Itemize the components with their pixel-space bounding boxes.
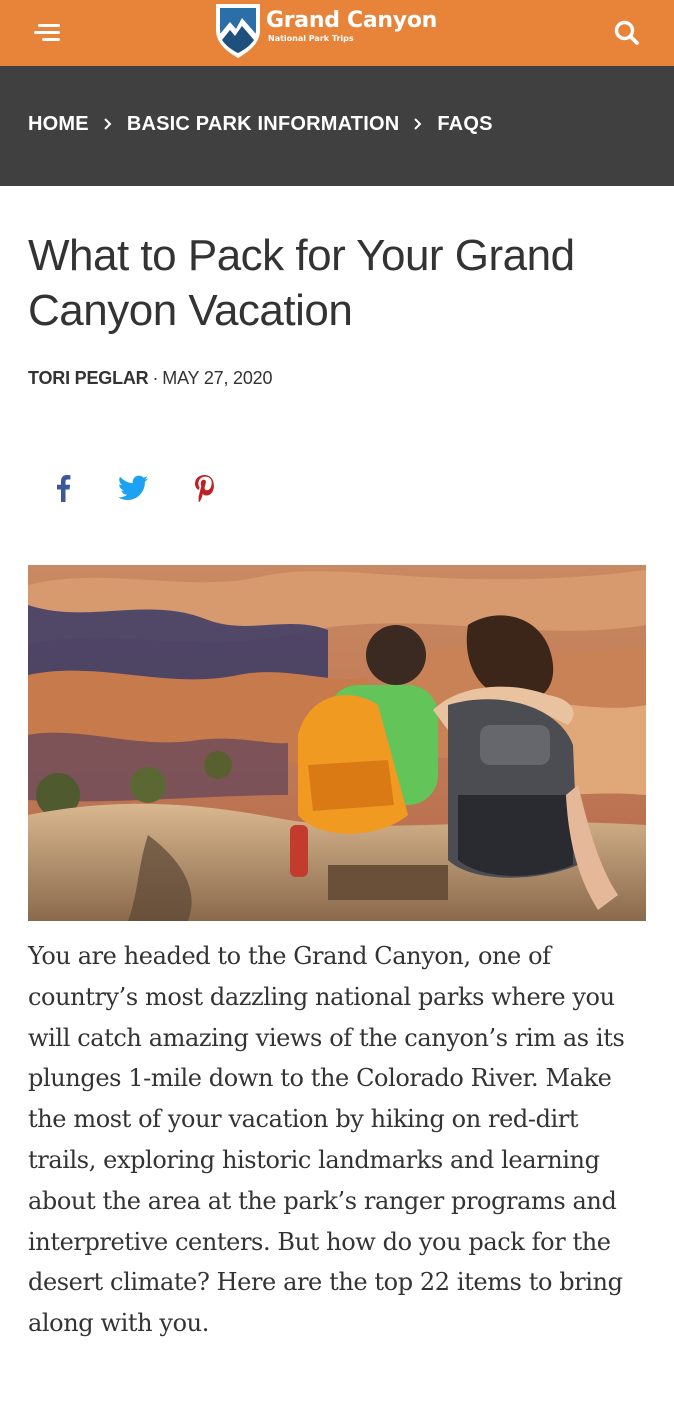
mountain-shield-icon	[216, 4, 260, 58]
breadcrumb-faqs[interactable]: FAQS	[437, 113, 492, 136]
search-icon[interactable]	[612, 18, 642, 48]
top-navigation-bar: Grand Canyon National Park Trips	[0, 0, 674, 66]
article-title: What to Pack for Your Grand Canyon Vacat…	[28, 231, 575, 335]
site-logo[interactable]: Grand Canyon National Park Trips	[212, 0, 452, 60]
chevron-right-icon	[399, 112, 437, 136]
chevron-right-icon	[89, 112, 127, 136]
breadcrumb: HOME BASIC PARK INFORMATION FAQS	[28, 112, 493, 136]
brand-title: Grand Canyon	[266, 8, 437, 33]
article-body: You are headed to the Grand Canyon, one …	[28, 942, 625, 1338]
breadcrumb-home[interactable]: HOME	[28, 113, 89, 136]
article-byline: TORI PEGLAR · MAY 27, 2020	[28, 368, 272, 389]
pinterest-icon[interactable]	[186, 470, 222, 506]
hero-image	[28, 565, 646, 921]
breadcrumb-bar: HOME BASIC PARK INFORMATION FAQS	[0, 66, 674, 186]
twitter-icon[interactable]	[115, 470, 151, 506]
author-name[interactable]: TORI PEGLAR	[28, 368, 149, 388]
breadcrumb-basic-park-information[interactable]: BASIC PARK INFORMATION	[127, 113, 400, 136]
menu-icon[interactable]	[30, 20, 62, 46]
brand-subtitle: National Park Trips	[268, 34, 354, 43]
publish-date: MAY 27, 2020	[162, 368, 273, 388]
facebook-icon[interactable]	[45, 470, 81, 506]
byline-separator: ·	[152, 368, 159, 388]
